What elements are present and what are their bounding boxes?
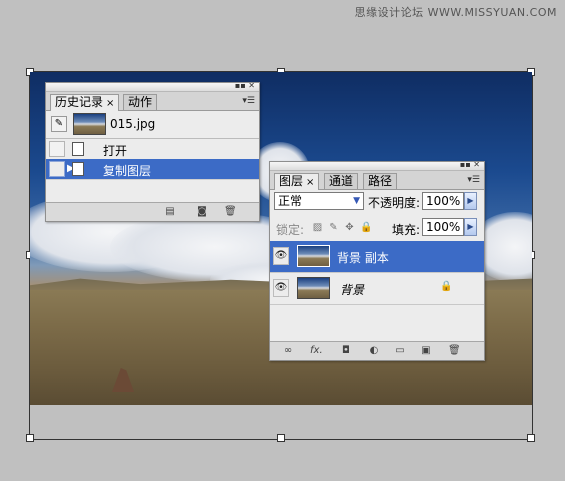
layers-tabbar: 图层 × 通道 路径 ▾☰	[270, 171, 484, 190]
lock-label: 锁定:	[276, 223, 305, 237]
camera-icon[interactable]: ◙	[196, 206, 208, 217]
layer-row-background-copy[interactable]: 👁 背景 副本	[270, 241, 484, 273]
history-tabbar: 历史记录 × 动作 ▾☰	[46, 92, 259, 111]
eye-icon[interactable]: 👁	[273, 279, 289, 297]
tab-channels-label: 通道	[329, 174, 354, 188]
layer-lock-icon: 🔒	[440, 281, 453, 292]
fill-label: 填充:	[392, 223, 421, 237]
trash-icon[interactable]: 🗑	[448, 345, 461, 356]
collapse-icon[interactable]: ▪▪ ✕	[235, 82, 255, 90]
fill-slider-button[interactable]: ▶	[464, 218, 477, 236]
trash-icon[interactable]: 🗑	[224, 206, 237, 217]
layer-name: 背景	[340, 283, 365, 297]
layer-thumbnail	[297, 245, 330, 267]
history-footer: ▤ ◙ 🗑	[46, 202, 259, 221]
layer-thumbnail	[297, 277, 330, 299]
history-brush-source-checkbox[interactable]	[49, 161, 65, 177]
lock-image-icon[interactable]: ✎	[328, 222, 339, 233]
history-brush-source-checkbox[interactable]	[49, 141, 65, 157]
lock-row: 锁定: ▨ ✎ ✥ 🔒 填充: 100% ▶	[270, 218, 484, 240]
tab-channels[interactable]: 通道	[324, 173, 359, 189]
panel-menu-icon[interactable]: ▾☰	[467, 175, 480, 185]
link-icon[interactable]: ∞	[282, 345, 294, 356]
history-step-open[interactable]: 打开	[46, 139, 259, 160]
tab-layers[interactable]: 图层 ×	[274, 173, 320, 190]
tab-close-icon[interactable]: ×	[306, 177, 314, 188]
transform-handle[interactable]	[26, 434, 34, 442]
panel-grip[interactable]: ▪▪ ✕	[46, 82, 259, 92]
lock-all-icon[interactable]: 🔒	[360, 222, 372, 233]
chevron-down-icon: ▼	[353, 196, 360, 206]
tab-paths[interactable]: 路径	[363, 173, 398, 189]
history-snapshot[interactable]: ✎ 015.jpg	[46, 111, 259, 139]
history-step-icon	[72, 142, 84, 156]
layers-footer: ∞ fx. ◘ ◐ ▭ ▣ 🗑	[270, 341, 484, 360]
fill-input[interactable]: 100%	[422, 218, 464, 236]
fx-icon[interactable]: fx.	[310, 345, 323, 356]
tab-history-label: 历史记录	[55, 95, 104, 109]
lock-transparent-icon[interactable]: ▨	[312, 222, 323, 233]
history-panel: ▪▪ ✕ 历史记录 × 动作 ▾☰ ✎ 015.jpg 打开 ▶ 复制图层 ▤ ◙…	[45, 82, 260, 222]
transform-handle[interactable]	[277, 434, 285, 442]
layer-name: 背景 副本	[337, 251, 389, 265]
tab-actions-label: 动作	[128, 95, 153, 109]
collapse-icon[interactable]: ▪▪ ✕	[460, 161, 480, 169]
history-step-label: 打开	[103, 144, 128, 158]
tab-close-icon[interactable]: ×	[106, 98, 114, 109]
tab-paths-label: 路径	[368, 174, 393, 188]
transform-handle[interactable]	[527, 434, 535, 442]
blend-mode-select[interactable]: 正常 ▼	[274, 192, 364, 210]
blend-row: 正常 ▼ 不透明度: 100% ▶	[270, 192, 484, 214]
adjustment-icon[interactable]: ◐	[368, 345, 380, 356]
tab-actions[interactable]: 动作	[123, 94, 158, 110]
history-step-label: 复制图层	[103, 164, 152, 178]
tab-history[interactable]: 历史记录 ×	[50, 94, 120, 111]
tab-layers-label: 图层	[279, 174, 304, 188]
opacity-slider-button[interactable]: ▶	[464, 192, 477, 210]
snapshot-brush-icon[interactable]: ✎	[51, 116, 67, 132]
folder-icon[interactable]: ▭	[394, 345, 406, 356]
layers-panel: ▪▪ ✕ 图层 × 通道 路径 ▾☰ 正常 ▼ 不透明度: 100% ▶ 锁定: …	[269, 161, 485, 361]
eye-icon[interactable]: 👁	[273, 247, 289, 265]
snapshot-name: 015.jpg	[110, 117, 156, 131]
panel-menu-icon[interactable]: ▾☰	[242, 96, 255, 106]
new-layer-icon[interactable]: ▣	[420, 345, 432, 356]
history-step-icon	[72, 162, 84, 176]
blend-mode-value: 正常	[278, 194, 303, 208]
opacity-input[interactable]: 100%	[422, 192, 464, 210]
fill-value: 100%	[426, 220, 461, 234]
snapshot-thumbnail	[73, 113, 106, 135]
panel-grip[interactable]: ▪▪ ✕	[270, 161, 484, 171]
opacity-value: 100%	[426, 194, 461, 208]
opacity-label: 不透明度:	[368, 196, 421, 210]
mask-icon[interactable]: ◘	[340, 345, 352, 356]
new-document-icon[interactable]: ▤	[164, 206, 176, 217]
layer-row-background[interactable]: 👁 背景 🔒	[270, 273, 484, 305]
lock-position-icon[interactable]: ✥	[344, 222, 355, 233]
history-step-duplicate-layer[interactable]: ▶ 复制图层	[46, 159, 259, 180]
watermark: 思缘设计论坛 WWW.MISSYUAN.COM	[354, 6, 557, 19]
